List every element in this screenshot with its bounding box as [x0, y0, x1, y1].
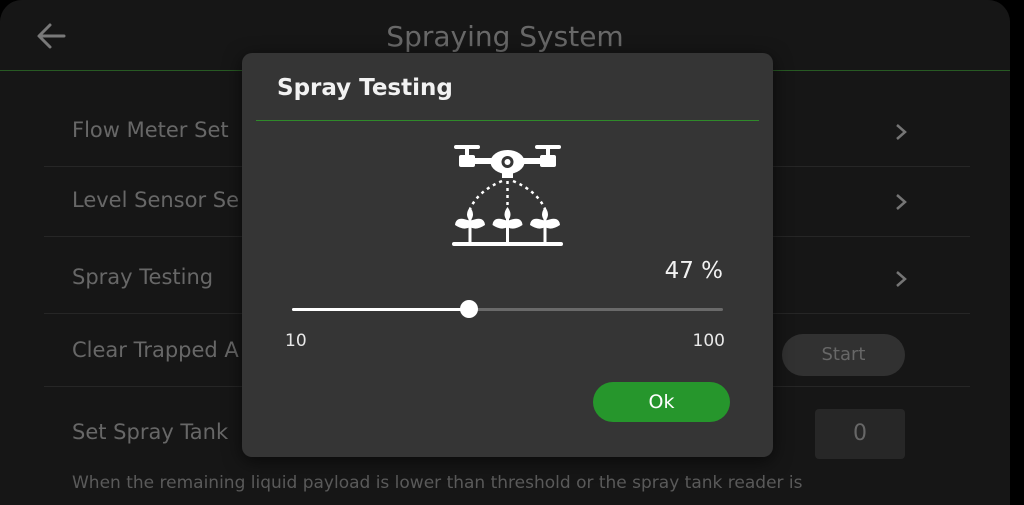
slider-thumb[interactable] — [460, 300, 479, 318]
slider-fill — [292, 308, 470, 311]
drone-spraying-plants-icon — [452, 145, 563, 246]
dialog-title: Spray Testing — [277, 75, 453, 101]
slider-max-label: 100 — [692, 331, 725, 351]
slider-min-label: 10 — [285, 331, 307, 351]
spray-value-text: 47 % — [664, 258, 723, 284]
spray-testing-dialog: Spray Testing 47 % 10 100 Ok — [242, 53, 773, 457]
spraying-system-screen: Spraying System Flow Meter Set Level Sen… — [0, 0, 1010, 505]
spray-slider[interactable] — [292, 300, 723, 318]
dialog-divider — [256, 120, 759, 121]
ok-button[interactable]: Ok — [593, 382, 730, 422]
